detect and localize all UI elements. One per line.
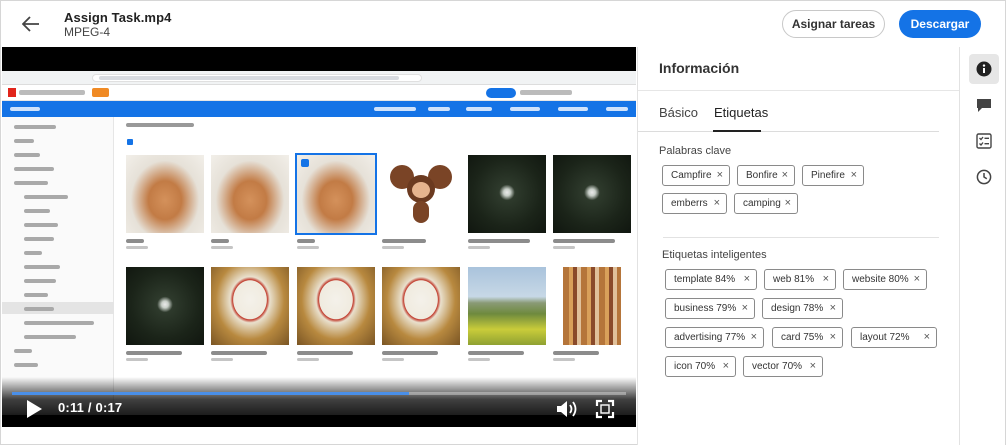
asset-grid xyxy=(114,117,636,415)
remove-icon[interactable]: × xyxy=(742,302,748,314)
chip-label: web 81% xyxy=(773,274,815,285)
tab-basic[interactable]: Básico xyxy=(659,105,698,120)
smart-tag-chip[interactable]: icon 70% × xyxy=(665,356,736,377)
thumbnail xyxy=(126,267,204,345)
remove-icon[interactable]: × xyxy=(810,360,816,372)
info-icon[interactable] xyxy=(969,54,999,84)
tasks-icon[interactable] xyxy=(969,126,999,156)
progress-fill xyxy=(12,392,410,395)
chip-label: emberrs xyxy=(671,198,708,209)
chip-label: website 80% xyxy=(852,274,909,285)
asset-format: MPEG-4 xyxy=(64,25,111,39)
chip-label: camping xyxy=(743,198,781,209)
assign-tasks-button[interactable]: Asignar tareas xyxy=(782,10,885,38)
keywords-title: Palabras clave xyxy=(659,145,732,157)
smart-tag-chip[interactable]: design 78% × xyxy=(762,298,843,319)
chip-label: business 79% xyxy=(674,303,737,314)
playback-time: 0:11 / 0:17 xyxy=(58,400,123,415)
remove-icon[interactable]: × xyxy=(924,331,930,343)
thumbnail xyxy=(563,267,621,345)
remove-icon[interactable]: × xyxy=(744,273,750,285)
thumbnail xyxy=(297,267,375,345)
remove-icon[interactable]: × xyxy=(823,273,829,285)
keyword-chip[interactable]: camping × xyxy=(734,193,798,214)
keyword-chip[interactable]: Campfire × xyxy=(662,165,730,186)
smart-tag-chip[interactable]: template 84% × xyxy=(665,269,757,290)
smart-tag-chip[interactable]: vector 70% × xyxy=(743,356,823,377)
remove-icon[interactable]: × xyxy=(830,302,836,314)
keyword-chip[interactable]: emberrs × xyxy=(662,193,727,214)
action-bar xyxy=(2,101,636,117)
smart-tag-chip[interactable]: layout 72% × xyxy=(851,327,937,348)
remove-icon[interactable]: × xyxy=(914,273,920,285)
thumbnail xyxy=(468,155,546,233)
download-button[interactable]: Descargar xyxy=(899,10,981,38)
keyword-chip[interactable]: Bonfire × xyxy=(737,165,795,186)
back-arrow-icon[interactable] xyxy=(19,13,43,35)
remove-icon[interactable]: × xyxy=(717,169,723,181)
app-bar xyxy=(2,85,636,101)
smart-tag-chip[interactable]: advertising 77% × xyxy=(665,327,764,348)
thumbnail xyxy=(126,155,204,233)
remove-icon[interactable]: × xyxy=(714,197,720,209)
remove-icon[interactable]: × xyxy=(785,197,791,209)
thumbnail xyxy=(211,267,289,345)
smart-tags-title: Etiquetas inteligentes xyxy=(662,249,767,261)
chip-label: advertising 77% xyxy=(674,332,746,343)
chip-label: design 78% xyxy=(771,303,824,314)
thumbnail xyxy=(211,155,289,233)
smart-tag-chip[interactable]: website 80% × xyxy=(843,269,927,290)
history-icon[interactable] xyxy=(969,162,999,192)
smart-tag-chip[interactable]: web 81% × xyxy=(764,269,836,290)
browser-address-bar xyxy=(2,71,636,85)
volume-icon[interactable] xyxy=(555,398,579,420)
nav-sidebar xyxy=(2,117,114,415)
panel-title: Información xyxy=(659,60,740,76)
remove-icon[interactable]: × xyxy=(782,169,788,181)
info-panel: Información Básico Etiquetas Palabras cl… xyxy=(637,47,960,445)
chip-label: vector 70% xyxy=(752,361,803,372)
chip-label: Pinefire xyxy=(811,170,845,181)
video-frame xyxy=(2,71,636,415)
comment-icon[interactable] xyxy=(969,90,999,120)
thumbnail xyxy=(468,267,546,345)
tab-tags[interactable]: Etiquetas xyxy=(714,105,768,120)
remove-icon[interactable]: × xyxy=(751,331,757,343)
asset-title: Assign Task.mp4 xyxy=(64,10,172,25)
remove-icon[interactable]: × xyxy=(830,331,836,343)
thumbnail xyxy=(553,155,631,233)
asset-viewer: Assign Task.mp4 MPEG-4 Asignar tareas De… xyxy=(0,0,1006,445)
thumbnail xyxy=(382,267,460,345)
smart-tag-chip[interactable]: business 79% × xyxy=(665,298,755,319)
chip-label: template 84% xyxy=(674,274,736,285)
smart-tag-chip[interactable]: card 75% × xyxy=(772,327,843,348)
play-icon[interactable] xyxy=(24,399,44,419)
chip-label: Bonfire xyxy=(746,170,778,181)
remove-icon[interactable]: × xyxy=(723,360,729,372)
chip-label: Campfire xyxy=(671,170,712,181)
header: Assign Task.mp4 MPEG-4 Asignar tareas De… xyxy=(1,1,1005,47)
video-player[interactable]: 0:11 / 0:17 xyxy=(2,47,636,427)
remove-icon[interactable]: × xyxy=(851,169,857,181)
keyword-chip[interactable]: Pinefire × xyxy=(802,165,864,186)
fullscreen-icon[interactable] xyxy=(595,399,615,419)
thumbnail xyxy=(382,155,460,233)
chip-label: icon 70% xyxy=(674,361,716,372)
chip-label: card 75% xyxy=(781,332,824,343)
thumbnail xyxy=(295,153,377,235)
right-rail xyxy=(959,47,1005,445)
chip-label: layout 72% xyxy=(860,332,910,343)
